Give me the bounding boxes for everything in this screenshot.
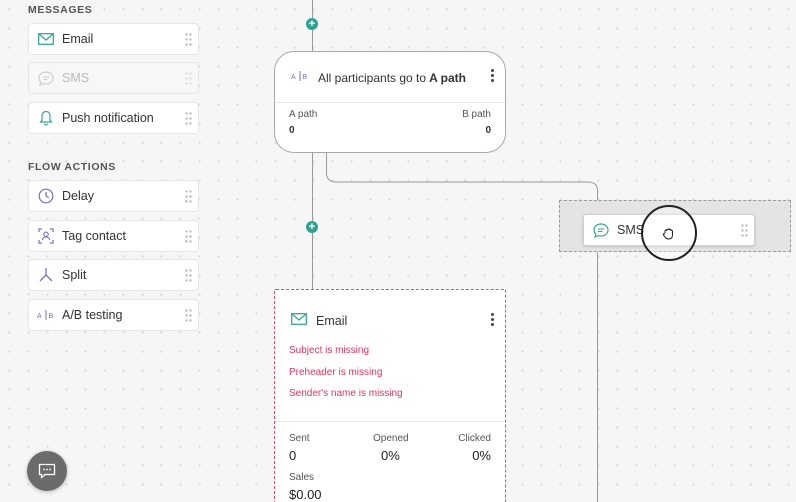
sent-label: Sent	[289, 433, 310, 444]
add-step-plus-icon[interactable]: +	[306, 18, 318, 30]
envelope-icon	[37, 30, 55, 48]
drag-handle-icon[interactable]	[185, 112, 192, 125]
sidebar-item-label: SMS	[62, 71, 90, 85]
drag-handle-icon[interactable]	[185, 190, 192, 203]
more-options-icon[interactable]	[491, 313, 495, 326]
bell-icon	[37, 109, 55, 127]
sidebar-item-label: Tag contact	[62, 229, 126, 243]
drag-handle-icon[interactable]	[185, 309, 192, 322]
svg-text:A: A	[291, 74, 296, 81]
path-a-label: A path	[289, 109, 318, 120]
chat-icon	[38, 463, 56, 479]
ab-test-node[interactable]: AB All participants go to A path A path …	[274, 51, 506, 153]
clicked-value: 0%	[472, 448, 491, 463]
ab-node-title: All participants go to	[318, 70, 427, 85]
divider	[275, 102, 505, 103]
svg-text:B: B	[49, 313, 54, 320]
grab-cursor-highlight	[641, 205, 697, 261]
more-options-icon[interactable]	[491, 69, 495, 82]
sidebar-item-ab-testing[interactable]: AB A/B testing	[28, 299, 199, 331]
drag-handle-icon[interactable]	[185, 269, 192, 282]
ab-test-icon: AB	[37, 306, 55, 324]
opened-label: Opened	[373, 433, 409, 444]
sidebar-item-label: Split	[62, 268, 87, 282]
error-sender-name-missing[interactable]: Sender's name is missing	[289, 388, 403, 399]
sidebar: MESSAGES Email SMS Push notification FLO…	[0, 0, 210, 502]
ab-node-header: AB All participants go to A path	[291, 70, 466, 85]
sidebar-item-sms[interactable]: SMS	[28, 62, 199, 94]
messages-section-title: MESSAGES	[28, 4, 93, 16]
email-node-header: Email	[291, 313, 347, 328]
drag-handle-icon[interactable]	[185, 33, 192, 46]
sales-value: $0.00	[289, 487, 322, 502]
sidebar-item-tag-contact[interactable]: Tag contact	[28, 220, 199, 252]
add-step-plus-icon[interactable]: +	[306, 221, 318, 233]
ab-test-icon: AB	[291, 70, 309, 85]
sms-bubble-icon	[37, 69, 55, 87]
email-node[interactable]: Email Subject is missing Preheader is mi…	[274, 289, 506, 502]
connector-line	[597, 252, 598, 502]
sidebar-item-label: A/B testing	[62, 308, 123, 322]
sent-value: 0	[289, 448, 297, 463]
sidebar-item-label: Push notification	[62, 111, 154, 125]
tag-contact-icon	[37, 227, 55, 245]
sms-bubble-icon	[592, 221, 610, 239]
dragged-item-label: SMS	[617, 223, 645, 237]
split-icon	[37, 266, 55, 284]
email-node-title: Email	[316, 313, 348, 328]
drag-handle-icon[interactable]	[741, 224, 748, 237]
chat-button[interactable]	[27, 451, 67, 491]
sales-label: Sales	[289, 472, 315, 483]
ab-node-title-path: A path	[429, 70, 466, 85]
clock-icon	[37, 187, 55, 205]
clicked-label: Clicked	[458, 433, 491, 444]
path-b-label: B path	[462, 109, 491, 120]
sidebar-item-delay[interactable]: Delay	[28, 180, 199, 212]
svg-text:B: B	[303, 74, 308, 81]
sidebar-item-push-notification[interactable]: Push notification	[28, 102, 199, 134]
path-a-value: 0	[289, 125, 295, 136]
sidebar-item-split[interactable]: Split	[28, 259, 199, 291]
opened-value: 0%	[381, 448, 400, 463]
sidebar-item-email[interactable]: Email	[28, 23, 199, 55]
drag-handle-icon[interactable]	[185, 72, 192, 85]
sidebar-item-label: Email	[62, 32, 94, 46]
drag-handle-icon[interactable]	[185, 230, 192, 243]
flow-actions-section-title: FLOW ACTIONS	[28, 161, 116, 173]
error-subject-missing[interactable]: Subject is missing	[289, 345, 369, 356]
svg-text:A: A	[37, 313, 42, 320]
sidebar-item-label: Delay	[62, 189, 94, 203]
path-b-value: 0	[485, 125, 491, 136]
error-preheader-missing[interactable]: Preheader is missing	[289, 367, 382, 378]
divider	[275, 421, 505, 422]
envelope-icon	[291, 313, 307, 328]
grab-hand-icon	[662, 228, 673, 240]
